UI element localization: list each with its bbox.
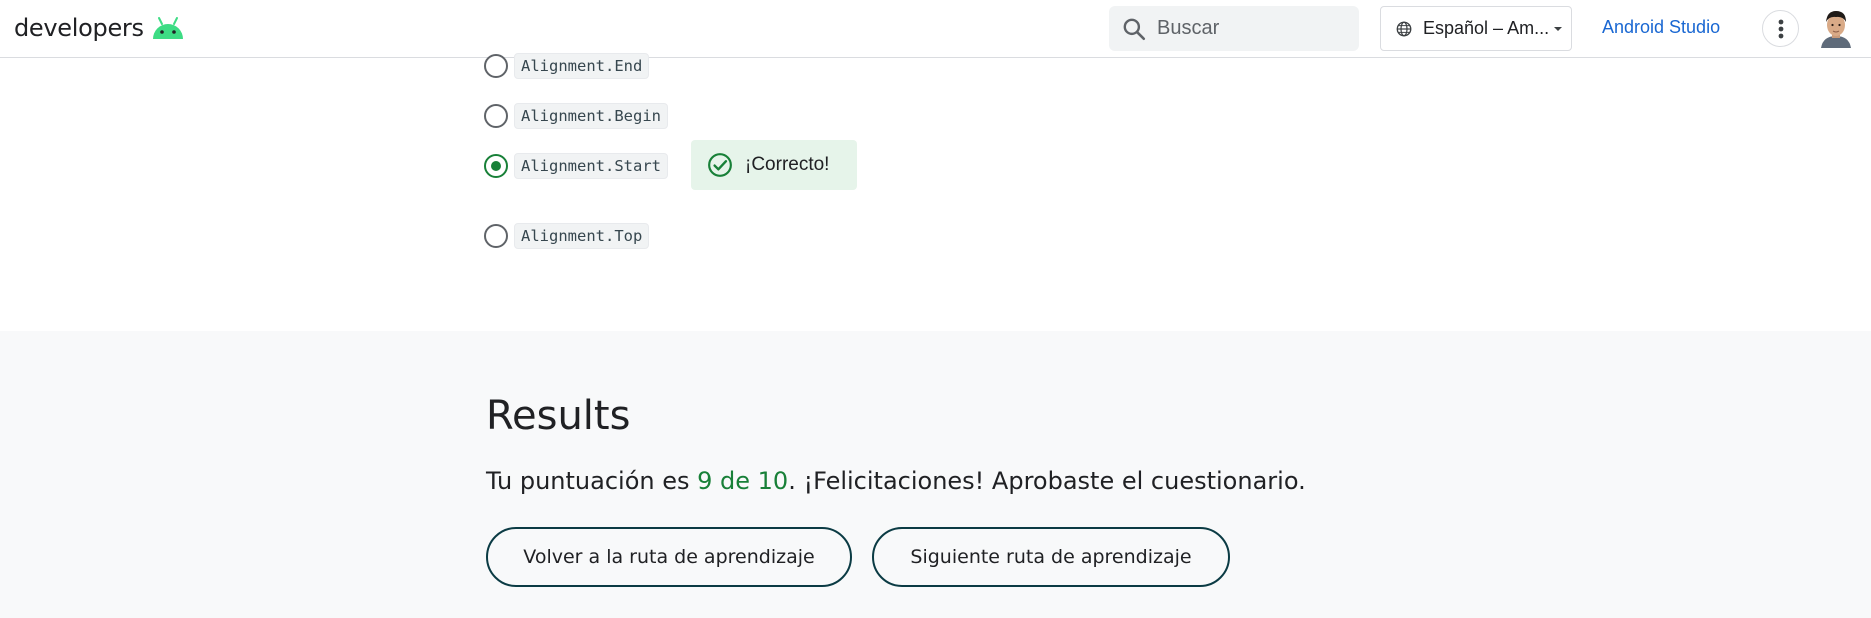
language-label: Español – Am...: [1423, 18, 1550, 38]
avatar[interactable]: [1819, 8, 1853, 48]
quiz-option[interactable]: Alignment.Top: [484, 223, 650, 249]
score-suffix: . ¡Felicitaciones! Aprobaste el cuestion…: [788, 467, 1306, 495]
more-vert-icon: [1778, 19, 1783, 38]
quiz-option[interactable]: Alignment.End: [484, 53, 650, 79]
caret-down-icon: [1554, 26, 1563, 31]
score-prefix: Tu puntuación es: [486, 467, 698, 495]
globe-icon: [1396, 21, 1412, 36]
quiz-option-selected[interactable]: Alignment.Start: [484, 153, 668, 179]
language-selector[interactable]: Español – Am...: [1380, 6, 1572, 51]
quiz-option[interactable]: Alignment.Begin: [484, 103, 668, 129]
android-studio-link[interactable]: Android Studio: [1602, 17, 1720, 38]
results-section: Results Tu puntuación es 9 de 10. ¡Felic…: [0, 331, 1871, 618]
radio-button-selected[interactable]: [484, 154, 508, 178]
radio-button[interactable]: [484, 224, 508, 248]
option-label: Alignment.Top: [514, 223, 650, 249]
radio-button[interactable]: [484, 54, 508, 78]
search-input[interactable]: [1157, 17, 1337, 40]
logo-text: developers: [14, 14, 144, 42]
search-box[interactable]: [1109, 6, 1359, 51]
search-icon: [1123, 18, 1146, 40]
score-line: Tu puntuación es 9 de 10. ¡Felicitacione…: [486, 467, 1306, 495]
radio-button[interactable]: [484, 104, 508, 128]
score-value: 9 de 10: [697, 467, 789, 495]
back-to-path-button[interactable]: Volver a la ruta de aprendizaje: [486, 527, 852, 587]
correct-feedback: ¡Correcto!: [691, 140, 857, 190]
check-circle-icon: [708, 153, 732, 177]
option-label: Alignment.Start: [514, 153, 668, 179]
top-app-bar: developers Español – Am... Android Studi: [0, 0, 1871, 58]
developers-logo[interactable]: developers: [14, 10, 186, 46]
feedback-text: ¡Correcto!: [745, 154, 830, 175]
android-bot-icon: [152, 17, 183, 39]
option-label: Alignment.Begin: [514, 103, 668, 129]
option-label: Alignment.End: [514, 53, 650, 79]
next-path-button[interactable]: Siguiente ruta de aprendizaje: [872, 527, 1230, 587]
results-title: Results: [486, 393, 631, 439]
more-options-button[interactable]: [1762, 10, 1799, 47]
